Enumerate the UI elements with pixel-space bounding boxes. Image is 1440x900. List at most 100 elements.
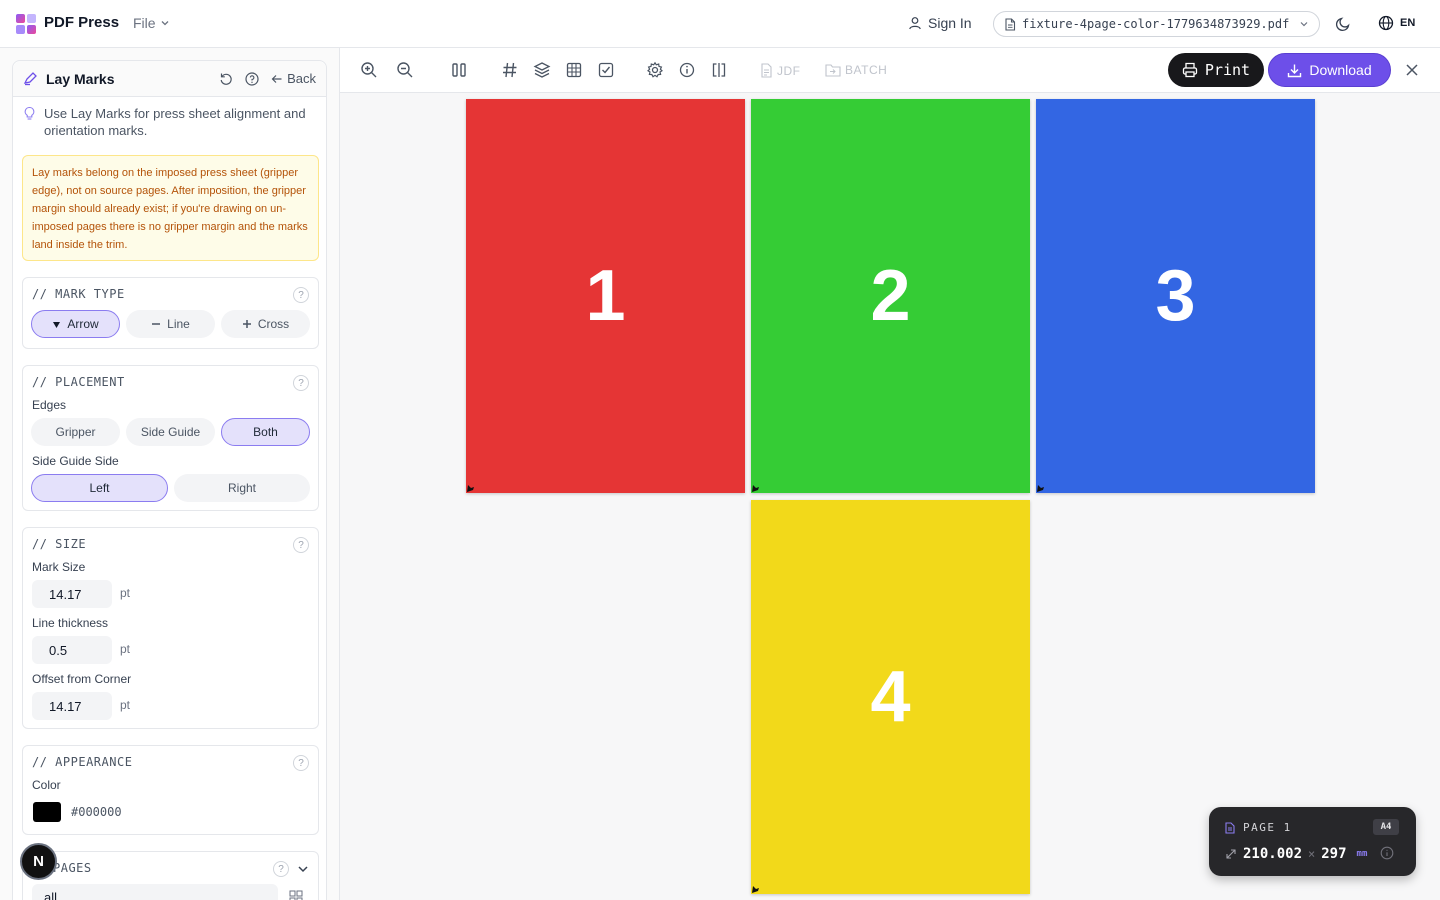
file-menu[interactable]: File [133, 15, 170, 31]
mark-size-unit: pt [120, 586, 131, 600]
dark-mode-toggle-icon[interactable] [1335, 15, 1352, 32]
appearance-title: // APPEARANCE [32, 755, 133, 769]
mark-type-line-label: Line [167, 317, 190, 331]
file-selector[interactable]: fixture-4page-color-1779634873929.pdf [993, 11, 1320, 37]
download-button[interactable]: Download [1268, 53, 1391, 87]
appearance-section: // APPEARANCE ? Color #000000 [22, 745, 319, 835]
zoom-in-icon[interactable] [360, 61, 378, 79]
close-icon[interactable] [1403, 61, 1421, 79]
file-menu-label: File [133, 15, 156, 31]
resize-icon [1226, 849, 1236, 859]
plus-icon [242, 320, 251, 328]
page-width: 210.002 [1243, 846, 1303, 862]
info-icon[interactable] [1380, 846, 1394, 860]
help-icon[interactable]: ? [293, 537, 309, 553]
help-icon[interactable] [245, 71, 259, 86]
color-swatch[interactable] [33, 802, 61, 822]
edges-label: Edges [32, 398, 67, 412]
triangle-down-icon [53, 321, 61, 328]
sidebar: Lay Marks Back Use Lay Marks for press s… [0, 48, 340, 900]
mark-type-cross-label: Cross [257, 317, 290, 331]
mark-size-input[interactable]: 14.17 [32, 580, 112, 608]
document-icon [761, 63, 772, 78]
file-name: fixture-4page-color-1779634873929.pdf [1022, 17, 1290, 31]
dimension-separator: × [1308, 847, 1316, 861]
toolbar: JDF BATCH Print Download [340, 48, 1440, 93]
chevron-down-icon[interactable] [297, 863, 309, 875]
side-right[interactable]: Right [174, 474, 310, 502]
back-label: Back [287, 71, 316, 86]
download-icon [1288, 64, 1302, 77]
settings-icon[interactable] [646, 61, 664, 79]
edge-gripper[interactable]: Gripper [31, 418, 120, 446]
top-bar: PDF Press File Sign In fixture-4page-col… [0, 0, 1440, 48]
pages-section: PAGES ? all [22, 851, 319, 900]
help-icon[interactable]: ? [273, 861, 289, 877]
info-icon[interactable] [678, 61, 696, 79]
page-number: 1 [585, 256, 626, 336]
pages-title: PAGES [53, 861, 92, 875]
language-label: EN [1400, 17, 1416, 29]
edge-both[interactable]: Both [221, 418, 310, 446]
page-info-badge: PAGE 1 A4 210.002 × 297 mm [1209, 807, 1416, 876]
page-thumbnail[interactable]: 3 [1036, 99, 1315, 493]
page-size-badge: A4 [1373, 819, 1399, 835]
line-thickness-input[interactable]: 0.5 [32, 636, 112, 664]
color-label: Color [32, 778, 61, 792]
page-numbers-icon[interactable] [501, 61, 519, 79]
help-icon[interactable]: ? [293, 287, 309, 303]
minus-icon [152, 323, 161, 325]
sign-in-button[interactable]: Sign In [908, 15, 972, 31]
batch-button[interactable]: BATCH [825, 63, 887, 77]
edge-side-guide[interactable]: Side Guide [126, 418, 215, 446]
page-thumbnail[interactable]: 4 [751, 500, 1030, 894]
size-section: // SIZE ? Mark Size 14.17 pt Line thickn… [22, 527, 319, 729]
zoom-out-icon[interactable] [396, 61, 414, 79]
user-avatar[interactable]: N [20, 843, 57, 880]
batch-label: BATCH [845, 63, 888, 77]
page-thumbnail[interactable]: 1 [466, 99, 745, 493]
line-thickness-unit: pt [120, 642, 131, 656]
print-button[interactable]: Print [1168, 53, 1264, 87]
grid-icon[interactable] [565, 61, 583, 79]
document-canvas[interactable]: 1 2 3 4 [340, 93, 1440, 900]
jdf-button[interactable]: JDF [760, 63, 801, 78]
language-selector[interactable]: EN [1378, 15, 1415, 31]
placement-title: // PLACEMENT [32, 375, 125, 389]
jdf-label: JDF [777, 63, 801, 78]
mark-type-arrow[interactable]: Arrow [31, 310, 120, 338]
page-info-label: PAGE 1 [1243, 821, 1292, 834]
page-number: 4 [870, 657, 911, 737]
mark-type-line[interactable]: Line [126, 310, 215, 338]
page-thumbnail[interactable]: 2 [751, 99, 1030, 493]
app-logo-icon[interactable] [16, 14, 36, 34]
lay-mark-arrow-icon [752, 485, 759, 492]
side-left[interactable]: Left [31, 474, 168, 502]
pages-input[interactable]: all [32, 884, 278, 900]
arrow-left-icon [271, 74, 282, 83]
lay-mark-arrow-icon [467, 485, 474, 492]
size-title: // SIZE [32, 537, 87, 551]
print-label: Print [1204, 61, 1251, 79]
page-number: 2 [870, 256, 911, 336]
reset-icon[interactable] [219, 72, 233, 86]
offset-input[interactable]: 14.17 [32, 692, 112, 720]
user-icon [909, 17, 921, 30]
line-thickness-label: Line thickness [32, 616, 109, 630]
offset-label: Offset from Corner [32, 672, 132, 686]
help-icon[interactable]: ? [293, 375, 309, 391]
back-button[interactable]: Back [271, 71, 316, 86]
lay-mark-arrow-icon [752, 886, 759, 893]
panel-title: Lay Marks [46, 70, 115, 87]
help-icon[interactable]: ? [293, 755, 309, 771]
two-page-view-icon[interactable] [450, 61, 468, 79]
grid-select-icon[interactable] [289, 890, 303, 900]
layers-icon[interactable] [533, 61, 551, 79]
app-name[interactable]: PDF Press [44, 14, 119, 31]
page-icon [1225, 821, 1235, 834]
checkbox-icon[interactable] [597, 61, 615, 79]
mark-type-cross[interactable]: Cross [221, 310, 310, 338]
file-icon [1005, 17, 1016, 31]
compare-icon[interactable] [710, 61, 728, 79]
mark-size-label: Mark Size [32, 560, 86, 574]
